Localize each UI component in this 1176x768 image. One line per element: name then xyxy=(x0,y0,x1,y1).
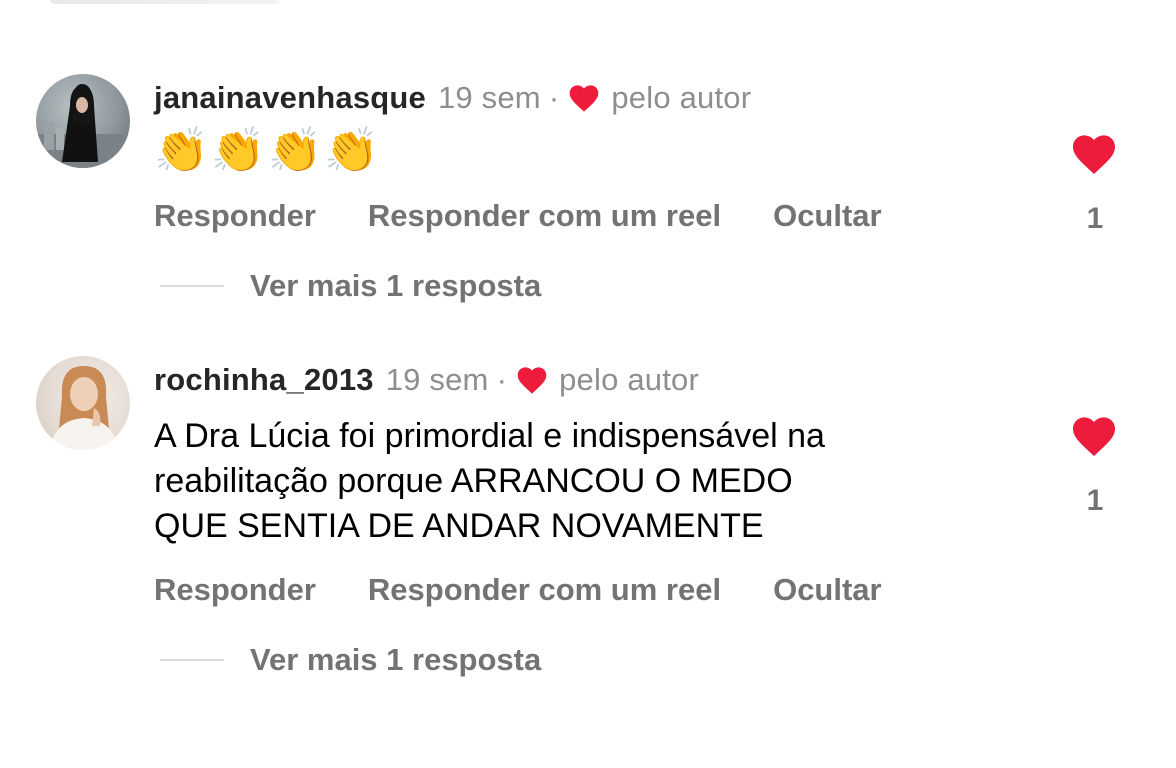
liked-by-author: pelo autor xyxy=(515,362,699,398)
comment-text-line: QUE SENTIA DE ANDAR NOVAMENTE xyxy=(154,507,764,545)
previous-content-fragment xyxy=(50,0,280,4)
avatar[interactable] xyxy=(36,74,130,168)
view-more-replies-label: Ver mais 1 resposta xyxy=(250,642,542,677)
profile-photo-icon xyxy=(36,84,130,168)
divider xyxy=(160,659,224,661)
like-heart-icon[interactable] xyxy=(1070,132,1118,176)
timestamp: 19 sem xyxy=(385,362,489,397)
liked-by-author-label: pelo autor xyxy=(611,80,752,115)
reply-button[interactable]: Responder xyxy=(154,198,316,234)
reply-with-reel-button[interactable]: Responder com um reel xyxy=(368,198,721,234)
comment-text-line: reabilitação porque ARRANCOU O MEDO xyxy=(154,462,793,500)
avatar[interactable] xyxy=(36,356,130,450)
comment-actions: Responder Responder com um reel Ocultar xyxy=(154,198,934,234)
hide-button[interactable]: Ocultar xyxy=(773,572,882,608)
username[interactable]: janainavenhasque xyxy=(154,80,426,116)
like-count: 1 xyxy=(1086,484,1104,517)
username[interactable]: rochinha_2013 xyxy=(154,362,374,398)
comment-text-line: A Dra Lúcia foi primordial e indispensáv… xyxy=(154,417,825,455)
view-more-replies-label: Ver mais 1 resposta xyxy=(250,268,542,303)
reply-button[interactable]: Responder xyxy=(154,572,316,608)
separator: · xyxy=(548,80,560,115)
comment-text: A Dra Lúcia foi primordial e indispensáv… xyxy=(154,414,1024,549)
comment-header: janainavenhasque 19 sem · pelo autor xyxy=(154,78,751,118)
comment-actions: Responder Responder com um reel Ocultar xyxy=(154,572,934,608)
comment-text: 👏👏👏👏 xyxy=(154,126,382,175)
profile-photo-icon xyxy=(50,366,118,450)
like-heart-icon[interactable] xyxy=(1070,414,1118,458)
hide-button[interactable]: Ocultar xyxy=(773,198,882,234)
comment-header: rochinha_2013 19 sem · pelo autor xyxy=(154,360,699,400)
view-more-replies-button[interactable]: Ver mais 1 resposta xyxy=(160,642,541,678)
heart-icon xyxy=(570,85,599,112)
view-more-replies-button[interactable]: Ver mais 1 resposta xyxy=(160,268,541,304)
separator: · xyxy=(496,362,508,397)
reply-with-reel-button[interactable]: Responder com um reel xyxy=(368,572,721,608)
liked-by-author: pelo autor xyxy=(567,80,751,116)
liked-by-author-label: pelo autor xyxy=(559,362,699,397)
timestamp: 19 sem xyxy=(437,80,541,115)
heart-icon xyxy=(517,367,547,394)
divider xyxy=(160,285,224,287)
like-count: 1 xyxy=(1086,202,1104,235)
